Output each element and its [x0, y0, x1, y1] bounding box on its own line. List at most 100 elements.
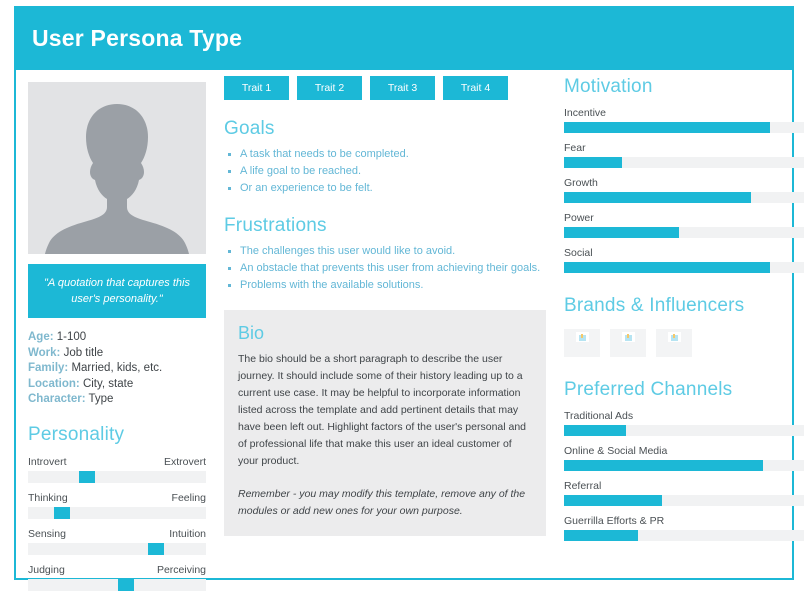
demographic-row: Work: Job title	[28, 346, 218, 362]
personality-title: Personality	[28, 423, 125, 445]
bar-track	[564, 425, 804, 436]
list-item: Problems with the available solutions.	[224, 277, 546, 294]
slider-left-label: Thinking	[28, 491, 68, 504]
bar-fill	[564, 530, 639, 541]
page-title: User Persona Type	[32, 24, 243, 51]
demographic-label: Work:	[28, 346, 61, 359]
bar-track	[564, 460, 804, 471]
slider-handle[interactable]	[53, 506, 70, 519]
list-item: A task that needs to be completed.	[224, 146, 546, 163]
bio-note: Remember - you may modify this template,…	[238, 488, 526, 517]
bar-fill	[564, 425, 627, 436]
bar-fill	[564, 157, 622, 168]
bar-track	[564, 227, 804, 238]
brands-placeholder-row	[564, 329, 807, 357]
persona-card: User Persona Type "A quotation that capt…	[14, 6, 804, 591]
demographic-label: Character:	[28, 393, 86, 405]
bar-fill	[564, 192, 752, 203]
image-placeholder-icon	[622, 332, 635, 342]
bar-label: Power	[564, 212, 594, 224]
motivation-bar-social: Social	[564, 247, 807, 273]
bar-track	[564, 192, 804, 203]
bar-label: Growth	[564, 177, 598, 189]
motivation-title: Motivation	[564, 76, 653, 97]
traits-row: Trait 1 Trait 2 Trait 3 Trait 4	[224, 76, 546, 100]
motivation-bar-growth: Growth	[564, 177, 807, 203]
slider-handle[interactable]	[78, 470, 95, 483]
brand-image-placeholder[interactable]	[610, 329, 646, 357]
bar-label: Social	[564, 247, 593, 259]
motivation-bar-fear: Fear	[564, 142, 807, 168]
bar-fill	[564, 262, 771, 273]
demographic-value: Job title	[60, 346, 104, 359]
bar-track	[564, 262, 804, 273]
trait-button-3[interactable]: Trait 3	[370, 76, 435, 100]
demographic-row: Location: City, state	[28, 377, 218, 393]
personality-slider[interactable]: Thinking Feeling	[28, 492, 206, 519]
motivation-bar-incentive: Incentive	[564, 107, 807, 133]
slider-left-label: Judging	[28, 563, 65, 576]
bar-label: Referral	[564, 480, 602, 492]
channels-title: Preferred Channels	[564, 379, 733, 400]
brand-image-placeholder[interactable]	[564, 329, 600, 357]
trait-button-2[interactable]: Trait 2	[297, 76, 362, 100]
channel-bar-traditional-ads: Traditional Ads	[564, 410, 807, 436]
demographic-label: Age:	[28, 331, 54, 343]
personality-slider[interactable]: Sensing Intuition	[28, 528, 206, 555]
slider-right-label: Perceiving	[156, 563, 206, 576]
bar-track	[564, 530, 804, 541]
person-silhouette-icon	[45, 104, 189, 254]
slider-track[interactable]	[28, 578, 206, 591]
demographic-row: Family: Married, kids, etc.	[28, 361, 218, 377]
slider-right-label: Feeling	[171, 491, 206, 504]
bar-label: Traditional Ads	[564, 410, 634, 422]
list-item: A life goal to be reached.	[224, 163, 546, 180]
demographic-row: Character: Type	[28, 392, 218, 408]
list-item: The challenges this user would like to a…	[224, 243, 546, 260]
slider-right-label: Extrovert	[163, 455, 206, 468]
frustrations-title: Frustrations	[224, 215, 327, 236]
slider-left-label: Sensing	[28, 527, 66, 540]
slider-track[interactable]	[28, 542, 206, 555]
demographics-list: Age: 1-100 Work: Job title Family: Marri…	[28, 330, 218, 408]
personality-slider[interactable]: Introvert Extrovert	[28, 456, 206, 483]
demographic-value: Married, kids, etc.	[68, 362, 163, 374]
left-column: "A quotation that captures this user's p…	[22, 82, 218, 600]
personality-slider[interactable]: Judging Perceiving	[28, 564, 206, 591]
bar-fill	[564, 495, 663, 506]
bar-label: Incentive	[564, 107, 607, 119]
middle-column: Trait 1 Trait 2 Trait 3 Trait 4 Goals A …	[224, 76, 546, 536]
bar-track	[564, 157, 804, 168]
trait-button-4[interactable]: Trait 4	[443, 76, 508, 100]
slider-track[interactable]	[28, 506, 206, 519]
right-column: Motivation Incentive Fear Growth Power S…	[564, 76, 807, 541]
avatar	[28, 82, 206, 254]
page-header: User Persona Type	[14, 6, 794, 70]
image-placeholder-icon	[668, 332, 681, 342]
slider-handle[interactable]	[117, 578, 134, 591]
card-body: "A quotation that captures this user's p…	[16, 70, 804, 591]
bar-label: Fear	[564, 142, 586, 154]
bio-box: Bio The bio should be a short paragraph …	[224, 310, 546, 536]
demographic-value: Type	[85, 393, 114, 405]
channel-bar-guerrilla: Guerrilla Efforts & PR	[564, 515, 807, 541]
bio-text: The bio should be a short paragraph to d…	[238, 353, 527, 467]
list-item: An obstacle that prevents this user from…	[224, 260, 546, 277]
image-placeholder-icon	[576, 332, 589, 342]
goals-list: A task that needs to be completed. A lif…	[224, 146, 546, 197]
brand-image-placeholder[interactable]	[656, 329, 692, 357]
demographic-row: Age: 1-100	[28, 330, 218, 346]
bar-fill	[564, 122, 771, 133]
channel-bar-referral: Referral	[564, 480, 807, 506]
trait-button-1[interactable]: Trait 1	[224, 76, 289, 100]
bar-fill	[564, 227, 680, 238]
brands-title: Brands & Influencers	[564, 295, 745, 316]
personality-sliders: Introvert Extrovert Thinking Feeling Sen…	[28, 456, 206, 591]
demographic-label: Family:	[28, 362, 69, 374]
slider-handle[interactable]	[148, 542, 165, 555]
demographic-value: 1-100	[53, 331, 87, 343]
bar-track	[564, 495, 804, 506]
slider-left-label: Introvert	[28, 455, 67, 468]
bar-label: Online & Social Media	[564, 445, 668, 457]
slider-track[interactable]	[28, 470, 206, 483]
